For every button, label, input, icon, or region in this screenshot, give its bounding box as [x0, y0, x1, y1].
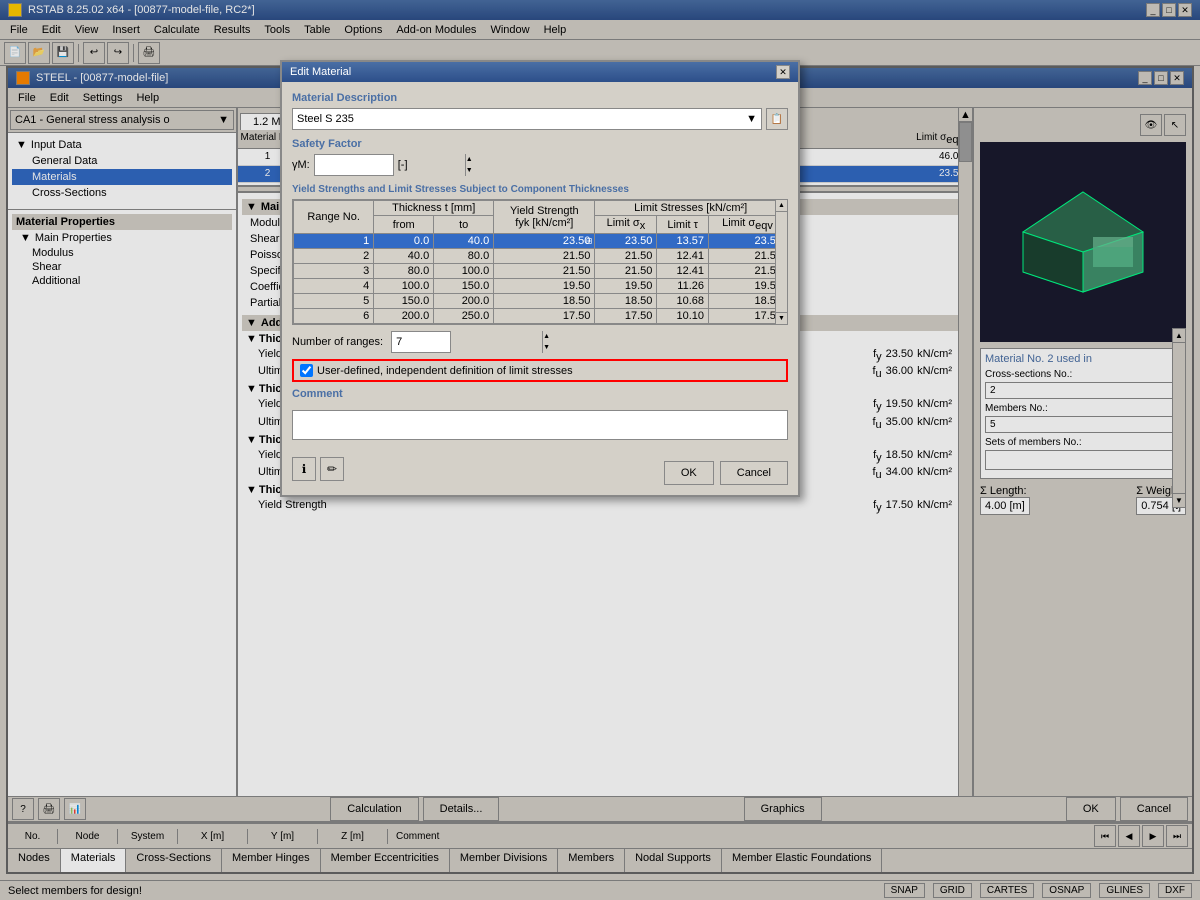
- chevron-down-icon: ▼: [746, 113, 757, 125]
- cell-ltau-1: 13.57: [657, 234, 709, 249]
- cell-to-1: 40.0: [434, 234, 494, 249]
- safety-row: γM: ▲ ▼ [-]: [292, 154, 788, 176]
- num-ranges-value[interactable]: [392, 332, 542, 352]
- dialog-btn-area: ℹ ✏ OK Cancel: [292, 453, 788, 485]
- edit-indicator: ⊞: [586, 237, 593, 246]
- yield-table: Range No. Thickness t [mm] Yield Strengt…: [293, 200, 787, 324]
- yield-row-2[interactable]: 2 40.0 80.0 21.50 21.50 12.41 21.50: [294, 249, 787, 264]
- dialog-content: Material Description Steel S 235 ▼ 📋 Saf…: [282, 82, 798, 495]
- cell-lsx-1: 23.50: [595, 234, 657, 249]
- table-scroll-track: [776, 212, 787, 312]
- mat-desc-row: Steel S 235 ▼ 📋: [292, 108, 788, 130]
- num-ranges-down[interactable]: ▼: [542, 342, 550, 353]
- dialog-title-text: Edit Material: [290, 66, 351, 78]
- cell-ltau-2: 12.41: [657, 249, 709, 264]
- num-ranges-up[interactable]: ▲: [542, 331, 550, 342]
- cell-lsx-2: 21.50: [595, 249, 657, 264]
- cell-ltau-5: 10.68: [657, 294, 709, 309]
- comment-label: Comment: [292, 388, 788, 400]
- yield-row-6[interactable]: 6 200.0 250.0 17.50 17.50 10.10 17.50: [294, 309, 787, 324]
- cell-to-3: 100.0: [434, 264, 494, 279]
- cell-from-3: 80.0: [374, 264, 434, 279]
- main-window: RSTAB 8.25.02 x64 - [00877-model-file, R…: [0, 0, 1200, 900]
- th-limit-tau: Limit τ: [657, 216, 709, 234]
- dialog-icon-btns: ℹ ✏: [292, 457, 344, 481]
- th-limit-sx: Limit σx: [595, 216, 657, 234]
- th-to: to: [434, 216, 494, 234]
- dialog-ok-btn[interactable]: OK: [664, 461, 714, 485]
- yield-row-1[interactable]: 1 0.0 40.0 23.50 ⊞ 23.50 13.57 23.50: [294, 234, 787, 249]
- cell-lsx-4: 19.50: [595, 279, 657, 294]
- dialog-close-btn[interactable]: ✕: [776, 65, 790, 79]
- edit-material-dialog: Edit Material ✕ Material Description Ste…: [280, 60, 800, 497]
- yield-row-5[interactable]: 5 150.0 200.0 18.50 18.50 10.68 18.50: [294, 294, 787, 309]
- th-from: from: [374, 216, 434, 234]
- yield-row-4[interactable]: 4 100.0 150.0 19.50 19.50 11.26 19.50: [294, 279, 787, 294]
- comment-textarea[interactable]: [292, 410, 788, 440]
- num-ranges-row: Number of ranges: ▲ ▼: [292, 331, 788, 353]
- table-scrollbar[interactable]: ▲ ▼: [775, 200, 787, 324]
- cell-no-6: 6: [294, 309, 374, 324]
- cell-ltau-4: 11.26: [657, 279, 709, 294]
- cell-no-2: 2: [294, 249, 374, 264]
- cell-ltau-3: 12.41: [657, 264, 709, 279]
- cell-fyk-6: 17.50: [494, 309, 595, 324]
- material-info-btn[interactable]: 📋: [766, 108, 788, 130]
- th-thickness: Thickness t [mm]: [374, 201, 494, 216]
- material-select[interactable]: Steel S 235 ▼: [292, 108, 762, 130]
- gamma-arrows: ▲ ▼: [465, 154, 473, 176]
- num-ranges-input[interactable]: ▲ ▼: [391, 331, 451, 353]
- yield-section-label: Yield Strengths and Limit Stresses Subje…: [292, 184, 788, 195]
- dialog-actions: OK Cancel: [664, 461, 788, 485]
- cell-from-2: 40.0: [374, 249, 434, 264]
- dialog-info-btn[interactable]: ℹ: [292, 457, 316, 481]
- user-defined-checkbox[interactable]: [300, 364, 313, 377]
- cell-no-5: 5: [294, 294, 374, 309]
- cell-to-4: 150.0: [434, 279, 494, 294]
- th-limit-stresses: Limit Stresses [kN/cm²]: [595, 201, 787, 216]
- cell-ltau-6: 10.10: [657, 309, 709, 324]
- dialog-overlay: Edit Material ✕ Material Description Ste…: [0, 0, 1200, 900]
- cell-to-6: 250.0: [434, 309, 494, 324]
- user-defined-row: User-defined, independent definition of …: [292, 359, 788, 382]
- cell-to-2: 80.0: [434, 249, 494, 264]
- cell-no-1: 1: [294, 234, 374, 249]
- mat-desc-label: Material Description: [292, 92, 788, 104]
- gamma-input[interactable]: ▲ ▼: [314, 154, 394, 176]
- num-ranges-arrows: ▲ ▼: [542, 331, 550, 353]
- yield-table-container: Range No. Thickness t [mm] Yield Strengt…: [292, 199, 788, 325]
- cell-fyk-2: 21.50: [494, 249, 595, 264]
- cell-to-5: 200.0: [434, 294, 494, 309]
- cell-no-4: 4: [294, 279, 374, 294]
- user-defined-label[interactable]: User-defined, independent definition of …: [317, 365, 573, 377]
- gamma-down[interactable]: ▼: [465, 165, 473, 176]
- table-scroll-down[interactable]: ▼: [776, 312, 787, 324]
- cell-from-6: 200.0: [374, 309, 434, 324]
- cell-from-5: 150.0: [374, 294, 434, 309]
- gamma-label: γM:: [292, 159, 310, 171]
- table-scroll-up[interactable]: ▲: [776, 200, 787, 212]
- th-range-no: Range No.: [294, 201, 374, 234]
- num-ranges-label: Number of ranges:: [292, 336, 383, 348]
- cell-fyk-5: 18.50: [494, 294, 595, 309]
- gamma-unit: [-]: [398, 159, 408, 171]
- cell-lsx-6: 17.50: [595, 309, 657, 324]
- cell-lsx-3: 21.50: [595, 264, 657, 279]
- safety-factor-label: Safety Factor: [292, 138, 788, 150]
- th-fyk: Yield Strengthfyk [kN/cm²]: [494, 201, 595, 234]
- cell-from-1: 0.0: [374, 234, 434, 249]
- cell-no-3: 3: [294, 264, 374, 279]
- dialog-edit-btn[interactable]: ✏: [320, 457, 344, 481]
- cell-fyk-4: 19.50: [494, 279, 595, 294]
- cell-from-4: 100.0: [374, 279, 434, 294]
- yield-row-3[interactable]: 3 80.0 100.0 21.50 21.50 12.41 21.50: [294, 264, 787, 279]
- cell-fyk-3: 21.50: [494, 264, 595, 279]
- cell-lsx-5: 18.50: [595, 294, 657, 309]
- cell-fyk-1: 23.50 ⊞: [494, 234, 595, 249]
- dialog-title-bar: Edit Material ✕: [282, 62, 798, 82]
- gamma-value-input[interactable]: [315, 155, 465, 175]
- dialog-cancel-btn[interactable]: Cancel: [720, 461, 788, 485]
- gamma-up[interactable]: ▲: [465, 154, 473, 165]
